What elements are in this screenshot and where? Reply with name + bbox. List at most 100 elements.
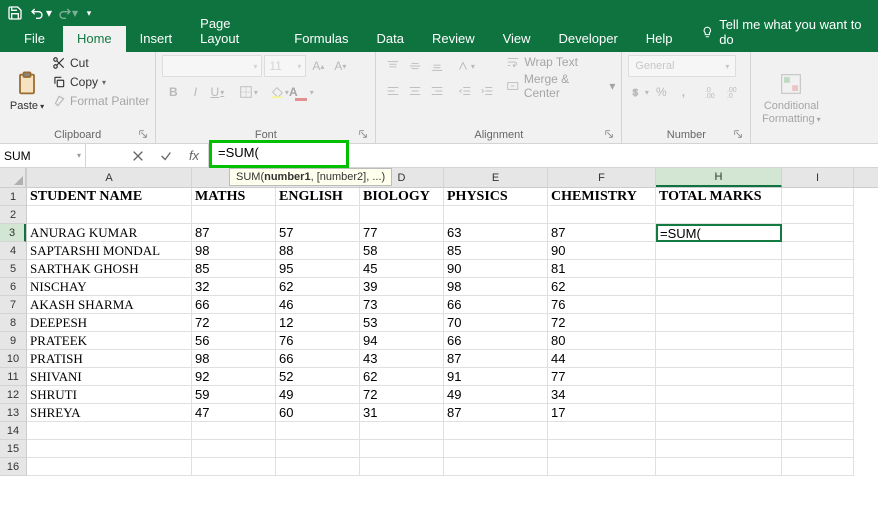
cell[interactable]: 57 — [276, 224, 360, 242]
cell[interactable] — [782, 386, 854, 404]
cell[interactable] — [360, 206, 444, 224]
cell[interactable]: 92 — [192, 368, 276, 386]
tab-file[interactable]: File — [10, 26, 63, 52]
cell[interactable] — [27, 440, 192, 458]
cell[interactable]: ANURAG KUMAR — [27, 224, 192, 242]
row-header[interactable]: 15 — [0, 440, 26, 458]
row-header[interactable]: 4 — [0, 242, 26, 260]
cancel-formula-button[interactable] — [124, 149, 152, 163]
cell[interactable] — [656, 260, 782, 278]
cell[interactable]: 77 — [360, 224, 444, 242]
tell-me-search[interactable]: Tell me what you want to do — [687, 12, 878, 52]
cell[interactable]: 88 — [276, 242, 360, 260]
cell[interactable]: 56 — [192, 332, 276, 350]
cell[interactable]: NISCHAY — [27, 278, 192, 296]
save-button[interactable] — [4, 2, 26, 24]
cell[interactable] — [548, 206, 656, 224]
merge-center-button[interactable]: Merge & Center▾ — [506, 72, 615, 100]
tab-developer[interactable]: Developer — [545, 26, 632, 52]
cell[interactable]: 72 — [192, 314, 276, 332]
comma-button[interactable]: , — [672, 81, 694, 103]
cell[interactable] — [782, 314, 854, 332]
cell[interactable] — [192, 440, 276, 458]
cell[interactable]: CHEMISTRY — [548, 188, 656, 206]
insert-function-button[interactable]: fx — [180, 148, 208, 163]
cell[interactable] — [656, 332, 782, 350]
cell[interactable]: 62 — [360, 368, 444, 386]
cell[interactable]: 49 — [444, 386, 548, 404]
cell[interactable]: 12 — [276, 314, 360, 332]
align-top-button[interactable] — [382, 55, 404, 77]
cell[interactable] — [782, 260, 854, 278]
dialog-launcher-icon[interactable] — [732, 129, 744, 141]
row-header[interactable]: 11 — [0, 368, 26, 386]
cell[interactable]: 43 — [360, 350, 444, 368]
undo-button[interactable]: ▾ — [30, 2, 52, 24]
cell[interactable] — [656, 404, 782, 422]
cell[interactable] — [548, 458, 656, 476]
cell[interactable] — [360, 422, 444, 440]
cell[interactable] — [656, 422, 782, 440]
conditional-formatting-button[interactable]: ConditionalFormatting▾ — [757, 55, 825, 140]
align-right-button[interactable] — [426, 80, 448, 102]
align-left-button[interactable] — [382, 80, 404, 102]
row-header[interactable]: 16 — [0, 458, 26, 476]
cell[interactable]: 90 — [444, 260, 548, 278]
cell[interactable] — [782, 350, 854, 368]
cell[interactable]: 53 — [360, 314, 444, 332]
cell[interactable] — [276, 206, 360, 224]
row-header[interactable]: 3 — [0, 224, 26, 242]
cell[interactable] — [276, 422, 360, 440]
col-header-h[interactable]: H — [656, 168, 782, 187]
cell[interactable] — [444, 206, 548, 224]
cell[interactable]: MATHS — [192, 188, 276, 206]
cell[interactable]: SARTHAK GHOSH — [27, 260, 192, 278]
cell[interactable] — [656, 278, 782, 296]
cell[interactable]: 76 — [276, 332, 360, 350]
name-box[interactable]: SUM ▾ — [0, 144, 86, 167]
cell[interactable]: SHIVANI — [27, 368, 192, 386]
borders-button[interactable]: ▾ — [237, 81, 259, 103]
cell[interactable]: 81 — [548, 260, 656, 278]
cell[interactable] — [782, 404, 854, 422]
formula-input[interactable]: =SUM( — [209, 140, 349, 168]
cell[interactable]: 80 — [548, 332, 656, 350]
decrease-indent-button[interactable] — [454, 80, 476, 102]
cell[interactable] — [192, 458, 276, 476]
cell[interactable] — [782, 278, 854, 296]
row-header[interactable]: 9 — [0, 332, 26, 350]
cell[interactable]: 45 — [360, 260, 444, 278]
cell[interactable] — [656, 206, 782, 224]
cell[interactable] — [360, 440, 444, 458]
cell[interactable] — [548, 422, 656, 440]
cell[interactable]: 73 — [360, 296, 444, 314]
dialog-launcher-icon[interactable] — [357, 129, 369, 141]
cell[interactable] — [782, 368, 854, 386]
row-header[interactable]: 13 — [0, 404, 26, 422]
tab-data[interactable]: Data — [362, 26, 417, 52]
cell[interactable] — [276, 440, 360, 458]
cell[interactable] — [276, 458, 360, 476]
cell[interactable] — [27, 422, 192, 440]
cell[interactable]: =SUM( — [656, 224, 782, 242]
cell[interactable] — [782, 440, 854, 458]
font-size-combo[interactable]: 11▾ — [264, 55, 306, 77]
align-bottom-button[interactable] — [426, 55, 448, 77]
percent-button[interactable]: % — [650, 81, 672, 103]
increase-font-button[interactable]: A▴ — [308, 55, 328, 77]
col-header-e[interactable]: E — [444, 168, 548, 187]
cell[interactable]: 91 — [444, 368, 548, 386]
cell[interactable] — [782, 224, 854, 242]
tab-help[interactable]: Help — [632, 26, 687, 52]
cell[interactable]: AKASH SHARMA — [27, 296, 192, 314]
increase-indent-button[interactable] — [476, 80, 498, 102]
cell[interactable] — [27, 206, 192, 224]
orientation-button[interactable]: ▾ — [454, 55, 476, 77]
bold-button[interactable]: B — [162, 81, 184, 103]
cell[interactable]: 94 — [360, 332, 444, 350]
row-header[interactable]: 2 — [0, 206, 26, 224]
cell[interactable]: 87 — [548, 224, 656, 242]
cell[interactable]: 46 — [276, 296, 360, 314]
cell[interactable]: SHREYA — [27, 404, 192, 422]
font-name-combo[interactable]: ▾ — [162, 55, 262, 77]
